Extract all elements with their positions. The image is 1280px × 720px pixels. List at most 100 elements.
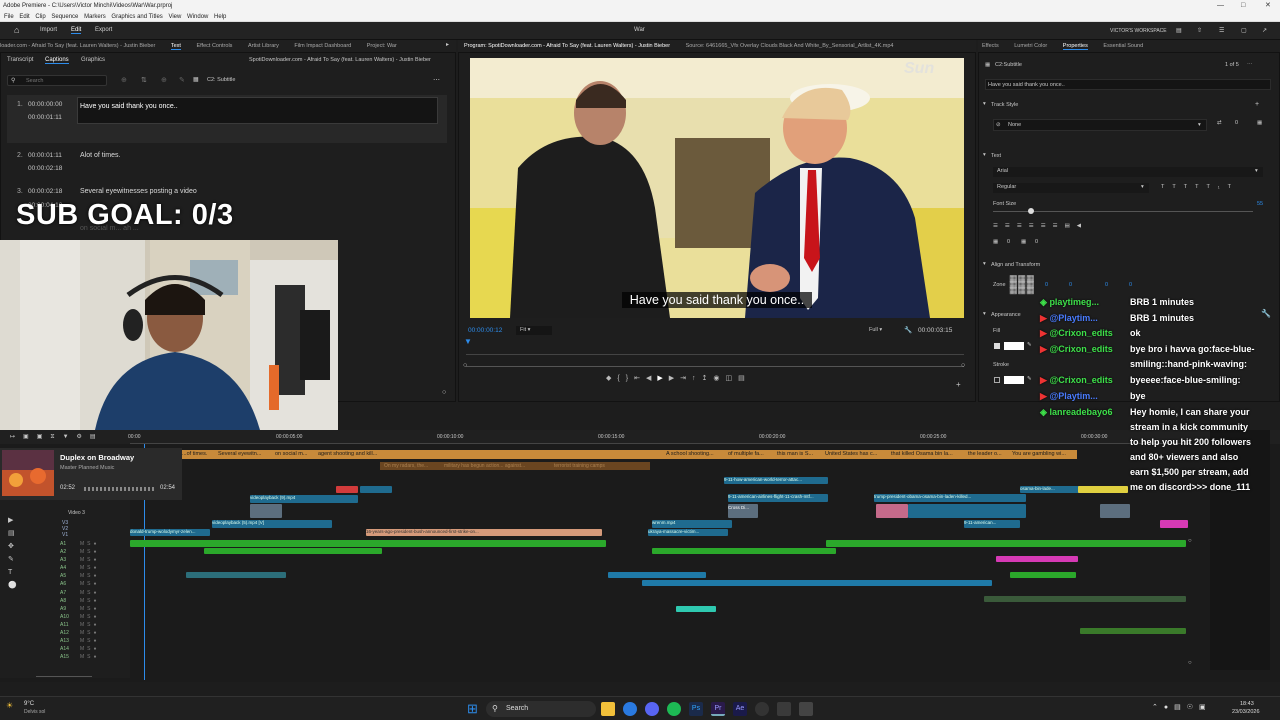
video-clip[interactable]: trump-president-obama-osama-bin-laden-ki…	[874, 494, 1026, 502]
weather-temp[interactable]: 9°C	[24, 701, 34, 707]
minimize-button[interactable]: —	[1217, 0, 1224, 12]
track-a6[interactable]: A6	[60, 581, 66, 587]
fit-dropdown[interactable]: Fit ▾	[516, 326, 552, 335]
tab-project[interactable]: Project: War	[367, 43, 397, 49]
video-clip-red[interactable]	[336, 486, 358, 493]
video-clip[interactable]: 9-11-american-airlines-flight-11-crash-m…	[728, 494, 828, 502]
lift-icon[interactable]: ↑	[692, 375, 702, 382]
fill-checkbox[interactable]	[994, 343, 1000, 349]
track-a8[interactable]: A8	[60, 598, 66, 604]
caption-text[interactable]: Several eyewitnesses posting a video	[80, 188, 197, 195]
tab-captions[interactable]: Captions	[45, 57, 69, 64]
caption-clip[interactable]: On my radars, the...	[384, 463, 428, 469]
video-clip[interactable]: ukraya-massacre-victim...	[648, 529, 728, 536]
caption-clip[interactable]: A school shooting...	[666, 451, 714, 457]
caption-text-field[interactable]: Have you said thank you once..	[77, 97, 438, 124]
obs-icon[interactable]	[755, 702, 769, 716]
after-effects-icon[interactable]: Ae	[733, 702, 747, 716]
timeline-side-tools[interactable]: ▶ ▤ ✥ ✎ T ⚪	[8, 514, 19, 592]
video-clip[interactable]	[908, 504, 1026, 518]
track-v1[interactable]: V1	[62, 532, 68, 538]
audio-clip[interactable]	[652, 548, 836, 554]
tab-film-impact[interactable]: Film Impact Dashboard	[294, 43, 351, 49]
caption-in[interactable]: 00:00:00:00	[28, 101, 62, 108]
menu-sequence[interactable]: Sequence	[51, 14, 78, 20]
stroke-checkbox[interactable]	[994, 377, 1000, 383]
menu-view[interactable]: View	[168, 14, 181, 20]
tab-properties[interactable]: Properties	[1062, 43, 1088, 50]
menu-graphics[interactable]: Graphics and Titles	[111, 14, 162, 20]
audio-clip[interactable]	[186, 572, 286, 578]
menu-file[interactable]: File	[4, 14, 14, 20]
tab-source-sequence[interactable]: loader.com - Afraid To Say (feat. Lauren…	[0, 43, 155, 49]
video-clip-thumb[interactable]: Cross Di...	[728, 504, 758, 518]
premiere-icon[interactable]: Pr	[711, 702, 725, 716]
chrome-icon[interactable]	[623, 702, 637, 716]
kerning-value[interactable]: 0	[1035, 239, 1038, 245]
caption-clip[interactable]: on social m...	[275, 451, 307, 457]
zoom-circle-icon[interactable]: ○	[442, 389, 446, 396]
tab-effect-controls[interactable]: Effect Controls	[196, 43, 232, 49]
wrench-icon[interactable]: 🔧	[904, 326, 912, 334]
timeline-zoom-bar[interactable]	[36, 676, 92, 677]
expand-icon[interactable]: ↗	[1262, 27, 1267, 34]
align-chevron-icon[interactable]: ▾	[983, 261, 986, 267]
start-icon[interactable]: ⊞	[467, 702, 481, 716]
track-a9[interactable]: A9	[60, 606, 66, 612]
program-ruler[interactable]	[466, 339, 964, 355]
track-a7[interactable]: A7	[60, 590, 66, 596]
menu-help[interactable]: Help	[214, 14, 226, 20]
video-clip[interactable]: videoplayback (5).mp4 [V]	[212, 520, 332, 528]
grid-icon[interactable]: ▦	[1257, 120, 1262, 126]
caption-clip[interactable]: United States has c...	[825, 451, 877, 457]
font-dropdown[interactable]: Arial ▾	[993, 167, 1263, 177]
menu-window[interactable]: Window	[187, 14, 208, 20]
track-a4[interactable]: A4	[60, 565, 66, 571]
video-clip-thumb[interactable]	[250, 504, 282, 518]
track-a3[interactable]: A3	[60, 557, 66, 563]
workspace-selector[interactable]: VICTOR'S WORKSPACE	[1110, 28, 1167, 34]
caption-text[interactable]: Alot of times.	[80, 152, 120, 159]
fullscreen-icon[interactable]: ▢	[1241, 27, 1247, 34]
tracking-icon[interactable]: ▦	[993, 239, 998, 245]
caption-clip[interactable]: military has begun action... against...	[444, 463, 525, 469]
nav-import[interactable]: Import	[40, 27, 57, 33]
app-icon[interactable]	[777, 702, 791, 716]
caption-clip[interactable]: Several eyewitn...	[218, 451, 261, 457]
audio-clip[interactable]	[608, 572, 706, 578]
track-a2[interactable]: A2	[60, 549, 66, 555]
go-out-icon[interactable]: ⇥	[680, 375, 692, 382]
track-toggle-buttons[interactable]: MS● MS● MS● MS● MS● MS● MS● MS● MS● MS● MS● MS● MS● M…	[80, 540, 100, 661]
file-explorer-icon[interactable]	[601, 702, 615, 716]
font-style-dropdown[interactable]: Regular ▾	[993, 183, 1149, 193]
text-chevron-icon[interactable]: ▾	[983, 152, 986, 158]
video-clip[interactable]: 9-11-american...	[964, 520, 1020, 528]
discord-icon[interactable]	[645, 702, 659, 716]
maximize-button[interactable]: □	[1241, 0, 1245, 12]
clock-time[interactable]: 18:43	[1240, 701, 1254, 707]
caption-out[interactable]: 00:00:01:11	[28, 114, 62, 121]
track-a10[interactable]: A10	[60, 614, 69, 620]
caption-clip[interactable]: that killed Osama bin la...	[891, 451, 953, 457]
mark-out-icon[interactable]: }	[626, 375, 634, 382]
video-clip[interactable]: 16-years-ago-president-bush-announced-fi…	[366, 529, 602, 536]
clock-date[interactable]: 23/03/2026	[1232, 709, 1260, 715]
audio-clip[interactable]	[1080, 628, 1186, 634]
extract-icon[interactable]: ↥	[702, 375, 714, 382]
caption-track[interactable]: C2: Subtitle	[207, 77, 235, 83]
tab-lumetri[interactable]: Lumetri Color	[1014, 43, 1047, 49]
eyedropper-icon[interactable]: ✎	[1027, 376, 1032, 382]
position-y[interactable]: 0	[1069, 282, 1072, 288]
tab-graphics[interactable]: Graphics	[81, 57, 105, 63]
tab-text[interactable]: Text	[170, 43, 181, 50]
split-icon[interactable]: ⇅	[141, 76, 147, 84]
resolution-dropdown[interactable]: Full ▾	[866, 326, 896, 335]
audio-clip[interactable]	[826, 540, 1186, 547]
menu-clip[interactable]: Clip	[35, 14, 45, 20]
app-icon[interactable]	[799, 702, 813, 716]
caption-clip[interactable]: ...of times.	[182, 451, 207, 457]
share-icon[interactable]: ⇧	[1197, 27, 1202, 34]
caption-clip[interactable]: the leader o...	[968, 451, 1002, 457]
play-icon[interactable]: ▶	[657, 375, 668, 382]
audio-clip-pink[interactable]	[996, 556, 1078, 562]
